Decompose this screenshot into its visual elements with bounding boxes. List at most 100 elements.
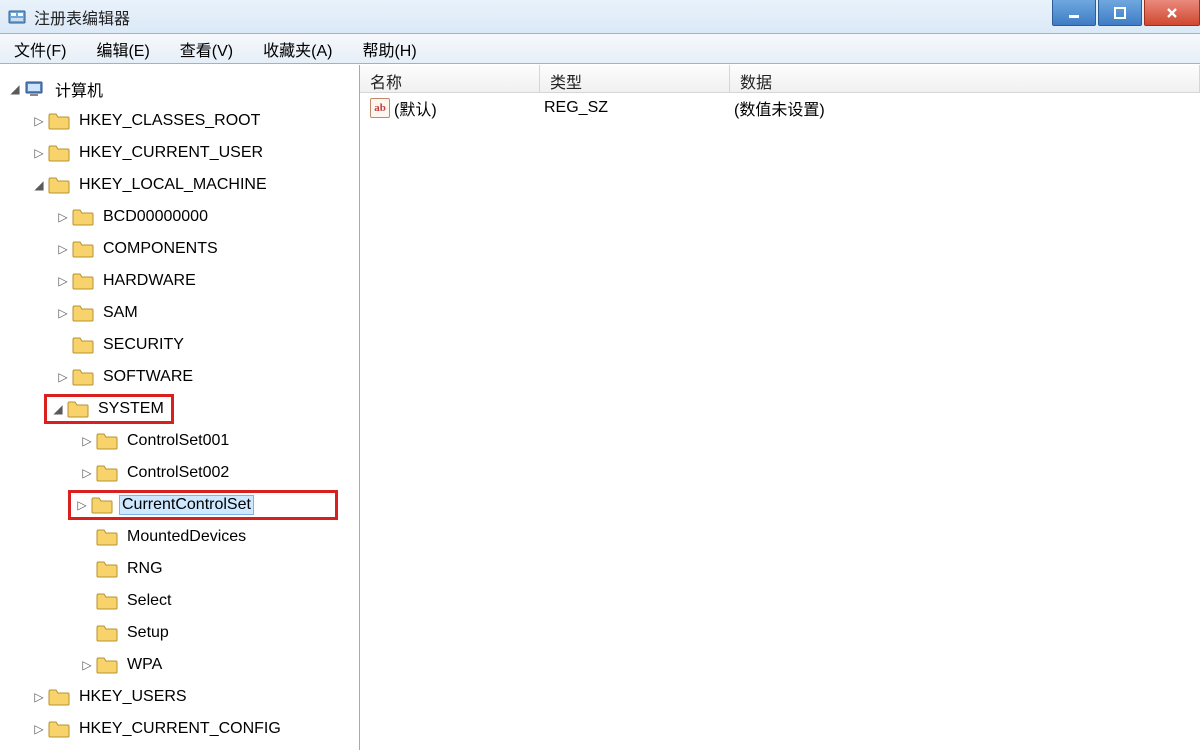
tree-item-hku[interactable]: ▷ HKEY_USERS [4, 681, 355, 713]
tree-item-rng[interactable]: ▷RNG [4, 553, 355, 585]
tree-item-components[interactable]: ▷ COMPONENTS [4, 233, 355, 265]
tree-label: SOFTWARE [100, 367, 196, 387]
tree-item-currentcontrolset[interactable]: ▷ CurrentControlSet [4, 489, 355, 521]
tree-label: HKEY_CURRENT_USER [76, 143, 266, 163]
tree-item-controlset001[interactable]: ▷ ControlSet001 [4, 425, 355, 457]
tree-item-software[interactable]: ▷ SOFTWARE [4, 361, 355, 393]
expand-icon[interactable]: ▷ [56, 274, 70, 288]
string-value-icon: ab [370, 98, 390, 118]
tree-label: ControlSet001 [124, 431, 232, 451]
tree-label: 计算机 [52, 76, 106, 102]
folder-icon [48, 720, 70, 738]
tree-item-wpa[interactable]: ▷ WPA [4, 649, 355, 681]
folder-icon [96, 656, 118, 674]
tree-item-hardware[interactable]: ▷ HARDWARE [4, 265, 355, 297]
expand-icon[interactable]: ▷ [32, 146, 46, 160]
value-name-text: (默认) [394, 96, 437, 120]
tree-item-security[interactable]: ▷SECURITY [4, 329, 355, 361]
menu-file[interactable]: 文件(F) [8, 35, 72, 63]
tree-item-bcd[interactable]: ▷ BCD00000000 [4, 201, 355, 233]
values-pane: 名称 类型 数据 ab (默认) REG_SZ (数值未设置) [360, 65, 1200, 750]
tree-label: ControlSet002 [124, 463, 232, 483]
tree-label: COMPONENTS [100, 239, 221, 259]
folder-icon [48, 144, 70, 162]
folder-icon [48, 176, 70, 194]
folder-icon [96, 592, 118, 610]
title-bar: 注册表编辑器 [0, 0, 1200, 34]
tree-label: HKEY_CLASSES_ROOT [76, 111, 263, 131]
app-icon [8, 8, 26, 26]
highlight-box: ▷ CurrentControlSet [68, 490, 338, 520]
expand-icon[interactable]: ▷ [56, 242, 70, 256]
menu-edit[interactable]: 编辑(E) [90, 35, 155, 63]
expand-icon[interactable]: ▷ [80, 466, 94, 480]
tree-item-hkcc[interactable]: ▷ HKEY_CURRENT_CONFIG [4, 713, 355, 745]
tree-label: MountedDevices [124, 527, 249, 547]
window-title: 注册表编辑器 [34, 5, 130, 29]
tree-label: HARDWARE [100, 271, 199, 291]
folder-icon [72, 208, 94, 226]
expand-icon[interactable]: ▷ [80, 658, 94, 672]
menu-favorites[interactable]: 收藏夹(A) [257, 35, 338, 63]
tree-root-computer[interactable]: ◢ 计算机 [4, 73, 355, 105]
column-header-data[interactable]: 数据 [730, 65, 1200, 92]
tree-item-system[interactable]: ◢ SYSTEM [4, 393, 355, 425]
expand-icon[interactable]: ▷ [56, 210, 70, 224]
window-controls [1050, 0, 1200, 26]
tree-item-setup[interactable]: ▷Setup [4, 617, 355, 649]
expand-icon[interactable]: ▷ [56, 306, 70, 320]
tree-label: Select [124, 591, 174, 611]
cell-data: (数值未设置) [730, 96, 1200, 120]
tree-label: Setup [124, 623, 172, 643]
highlight-box: ◢ SYSTEM [44, 394, 174, 424]
close-button[interactable] [1144, 0, 1200, 26]
tree-label: HKEY_USERS [76, 687, 190, 707]
tree-item-hklm[interactable]: ◢ HKEY_LOCAL_MACHINE [4, 169, 355, 201]
tree-item-hkcu[interactable]: ▷ HKEY_CURRENT_USER [4, 137, 355, 169]
expand-icon[interactable]: ◢ [8, 82, 22, 96]
tree-pane[interactable]: ◢ 计算机 ▷ HKEY_CLASSES_ROOT ▷ HKEY [0, 65, 360, 750]
folder-icon [67, 400, 89, 418]
folder-icon [96, 528, 118, 546]
maximize-button[interactable] [1098, 0, 1142, 26]
tree-label: SECURITY [100, 335, 187, 355]
tree-item-hkcr[interactable]: ▷ HKEY_CLASSES_ROOT [4, 105, 355, 137]
tree-item-controlset002[interactable]: ▷ ControlSet002 [4, 457, 355, 489]
folder-icon [96, 464, 118, 482]
cell-name: ab (默认) [366, 96, 540, 120]
column-header-type[interactable]: 类型 [540, 65, 730, 92]
tree-label: BCD00000000 [100, 207, 211, 227]
tree-label: SYSTEM [95, 399, 167, 419]
tree-label: WPA [124, 655, 165, 675]
column-header-name[interactable]: 名称 [360, 65, 540, 92]
expand-icon[interactable]: ◢ [51, 402, 65, 416]
expand-icon[interactable]: ◢ [32, 178, 46, 192]
tree-item-sam[interactable]: ▷ SAM [4, 297, 355, 329]
list-row[interactable]: ab (默认) REG_SZ (数值未设置) [360, 93, 1200, 123]
expand-icon[interactable]: ▷ [32, 690, 46, 704]
tree-item-mounteddevices[interactable]: ▷MountedDevices [4, 521, 355, 553]
folder-icon [72, 272, 94, 290]
expand-icon[interactable]: ▷ [56, 370, 70, 384]
expand-icon[interactable]: ▷ [80, 434, 94, 448]
menu-bar: 文件(F) 编辑(E) 查看(V) 收藏夹(A) 帮助(H) [0, 34, 1200, 64]
folder-icon [96, 432, 118, 450]
folder-icon [91, 496, 113, 514]
tree-item-select[interactable]: ▷Select [4, 585, 355, 617]
computer-icon [24, 80, 46, 98]
menu-help[interactable]: 帮助(H) [356, 35, 422, 63]
registry-tree: ◢ 计算机 ▷ HKEY_CLASSES_ROOT ▷ HKEY [4, 73, 355, 745]
tree-label: RNG [124, 559, 166, 579]
expand-icon[interactable]: ▷ [32, 114, 46, 128]
folder-icon [72, 304, 94, 322]
list-header: 名称 类型 数据 [360, 65, 1200, 93]
main-area: ◢ 计算机 ▷ HKEY_CLASSES_ROOT ▷ HKEY [0, 64, 1200, 750]
menu-view[interactable]: 查看(V) [174, 35, 239, 63]
tree-label: HKEY_LOCAL_MACHINE [76, 175, 270, 195]
folder-icon [72, 368, 94, 386]
expand-icon[interactable]: ▷ [32, 722, 46, 736]
folder-icon [48, 688, 70, 706]
expand-icon[interactable]: ▷ [75, 498, 89, 512]
tree-label: SAM [100, 303, 141, 323]
minimize-button[interactable] [1052, 0, 1096, 26]
